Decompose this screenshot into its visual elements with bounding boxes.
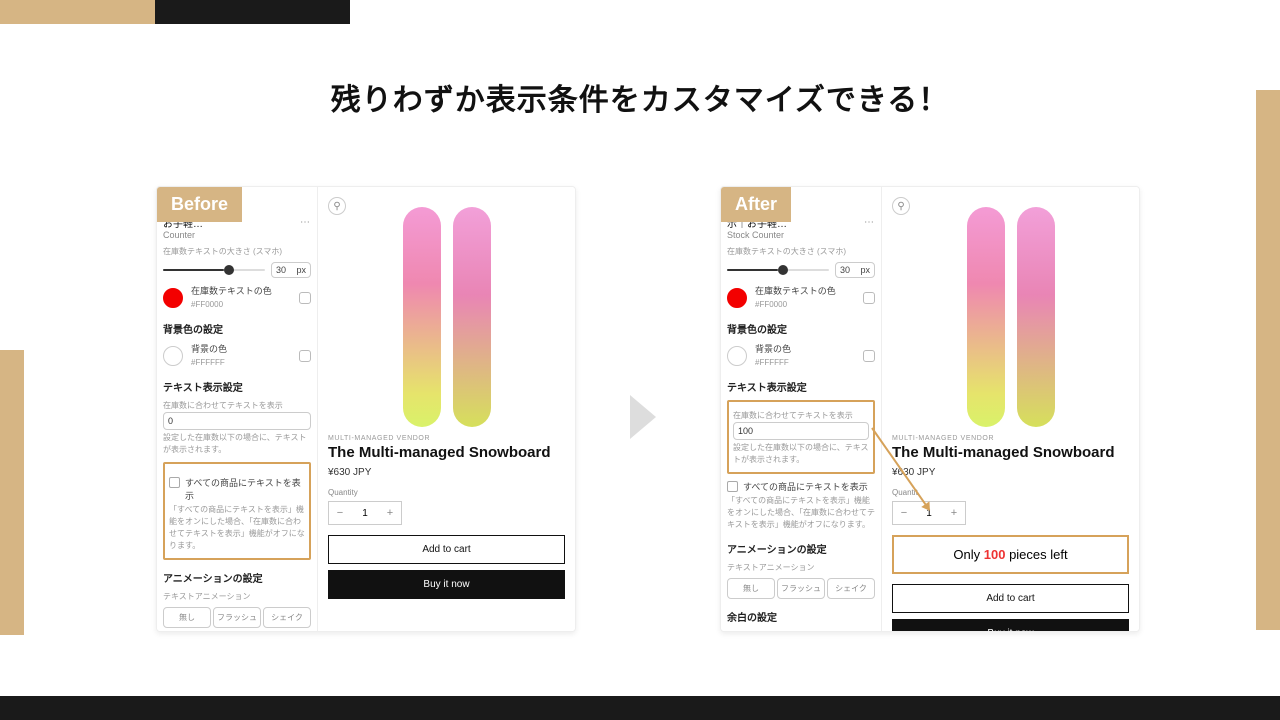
color-picker-icon[interactable] [299, 350, 311, 362]
all-products-help: 「すべての商品にテキストを表示」機能をオンにした場合、「在庫数に合わせてテキスト… [169, 504, 305, 552]
color-picker-icon[interactable] [863, 292, 875, 304]
mobile-size-slider[interactable] [163, 269, 265, 271]
product-image [453, 207, 491, 427]
more-icon[interactable]: ⋯ [300, 217, 311, 228]
bg-section: 背景色の設定 [163, 321, 311, 336]
mobile-size-label: 在庫数テキストの大きさ (スマホ) [163, 246, 311, 258]
color-picker-icon[interactable] [299, 292, 311, 304]
threshold-label: 在庫数に合わせてテキストを表示 [733, 410, 869, 422]
stock-message: Only 100 pieces left [892, 535, 1129, 574]
bg-color-swatch[interactable] [163, 346, 183, 366]
after-settings-panel: 示｜お手軽… ⋯ Stock Counter 在庫数テキストの大きさ (スマホ)… [721, 187, 881, 631]
add-to-cart-button[interactable]: Add to cart [328, 535, 565, 564]
all-products-checkbox[interactable] [169, 477, 180, 488]
product-image [403, 207, 441, 427]
threshold-input[interactable] [733, 422, 869, 440]
qty-value: 1 [351, 502, 379, 524]
qty-minus[interactable]: − [329, 502, 351, 524]
product-image [1017, 207, 1055, 427]
block-subtitle: Counter [163, 230, 311, 240]
after-tag: After [721, 187, 791, 222]
after-card: After 示｜お手軽… ⋯ Stock Counter 在庫数テキストの大きさ… [720, 186, 1140, 632]
page-title: 残りわずか表示条件をカスタマイズできる！ [0, 75, 1280, 119]
zoom-icon[interactable]: ⚲ [892, 197, 910, 215]
product-image [967, 207, 1005, 427]
quantity-label: Quantit [892, 488, 1129, 497]
color-picker-icon[interactable] [863, 350, 875, 362]
product-title: The Multi-managed Snowboard [892, 444, 1129, 461]
all-products-label: すべての商品にテキストを表示 [743, 480, 868, 493]
threshold-help: 設定した在庫数以下の場合に、テキストが表示されます。 [163, 432, 311, 456]
text-color-hex: #FF0000 [191, 299, 272, 311]
text-display-section: テキスト表示設定 [163, 379, 311, 394]
highlight-threshold: 在庫数に合わせてテキストを表示 設定した在庫数以下の場合に、テキストが表示されま… [727, 400, 875, 474]
bg-color-swatch[interactable] [727, 346, 747, 366]
before-preview: ⚲ MULTI-MANAGED VENDOR The Multi-managed… [317, 187, 575, 631]
text-color-swatch[interactable] [163, 288, 183, 308]
more-icon[interactable]: ⋯ [864, 217, 875, 228]
threshold-help: 設定した在庫数以下の場合に、テキストが表示されます。 [733, 442, 869, 466]
margin-top-pc-label: 上部の余白 (PC) [727, 630, 875, 631]
margin-section: 余白の設定 [727, 609, 875, 624]
highlight-all-products: すべての商品にテキストを表示 「すべての商品にテキストを表示」機能をオンにした場… [163, 462, 311, 560]
text-color-label: 在庫数テキストの色 [191, 284, 272, 297]
animation-section: アニメーションの設定 [163, 570, 311, 585]
text-color-label: 在庫数テキストの色 [755, 284, 836, 297]
quantity-label: Quantity [328, 488, 565, 497]
product-price: ¥630 JPY [328, 467, 565, 478]
bg-color-hex: #FFFFFF [191, 357, 227, 369]
bg-color-label: 背景の色 [755, 342, 791, 355]
product-price: ¥630 JPY [892, 467, 1129, 478]
all-products-help: 「すべての商品にテキストを表示」機能をオンにした場合、「在庫数に合わせてテキスト… [727, 495, 875, 531]
mobile-size-slider[interactable] [727, 269, 829, 271]
before-tag: Before [157, 187, 242, 222]
animation-label: テキストアニメーション [727, 562, 875, 574]
animation-label: テキストアニメーション [163, 591, 311, 603]
chevron-right-icon [630, 395, 656, 439]
all-products-label: すべての商品にテキストを表示 [185, 476, 305, 502]
vendor-label: MULTI-MANAGED VENDOR [328, 435, 565, 442]
after-preview: ⚲ MULTI-MANAGED VENDOR The Multi-managed… [881, 187, 1139, 631]
zoom-icon[interactable]: ⚲ [328, 197, 346, 215]
bg-section: 背景色の設定 [727, 321, 875, 336]
mobile-size-input[interactable]: 30px [271, 262, 311, 278]
mobile-size-label: 在庫数テキストの大きさ (スマホ) [727, 246, 875, 258]
threshold-label: 在庫数に合わせてテキストを表示 [163, 400, 311, 412]
all-products-checkbox[interactable] [727, 481, 738, 492]
mobile-size-input[interactable]: 30px [835, 262, 875, 278]
animation-segment[interactable]: 無し フラッシュ シェイク [163, 607, 311, 628]
buy-now-button[interactable]: Buy it now [328, 570, 565, 599]
add-to-cart-button[interactable]: Add to cart [892, 584, 1129, 613]
bg-color-label: 背景の色 [191, 342, 227, 355]
qty-plus[interactable]: + [379, 502, 401, 524]
threshold-input[interactable] [163, 412, 311, 430]
product-title: The Multi-managed Snowboard [328, 444, 565, 461]
text-color-swatch[interactable] [727, 288, 747, 308]
before-settings-panel: お手軽… ⋯ Counter 在庫数テキストの大きさ (スマホ) 30px 在庫… [157, 187, 317, 631]
animation-segment[interactable]: 無し フラッシュ シェイク [727, 578, 875, 599]
block-subtitle: Stock Counter [727, 230, 875, 240]
text-display-section: テキスト表示設定 [727, 379, 875, 394]
animation-section: アニメーションの設定 [727, 541, 875, 556]
quantity-stepper[interactable]: − 1 + [328, 501, 402, 525]
before-card: Before お手軽… ⋯ Counter 在庫数テキストの大きさ (スマホ) … [156, 186, 576, 632]
vendor-label: MULTI-MANAGED VENDOR [892, 435, 1129, 442]
buy-now-button[interactable]: Buy it now [892, 619, 1129, 632]
